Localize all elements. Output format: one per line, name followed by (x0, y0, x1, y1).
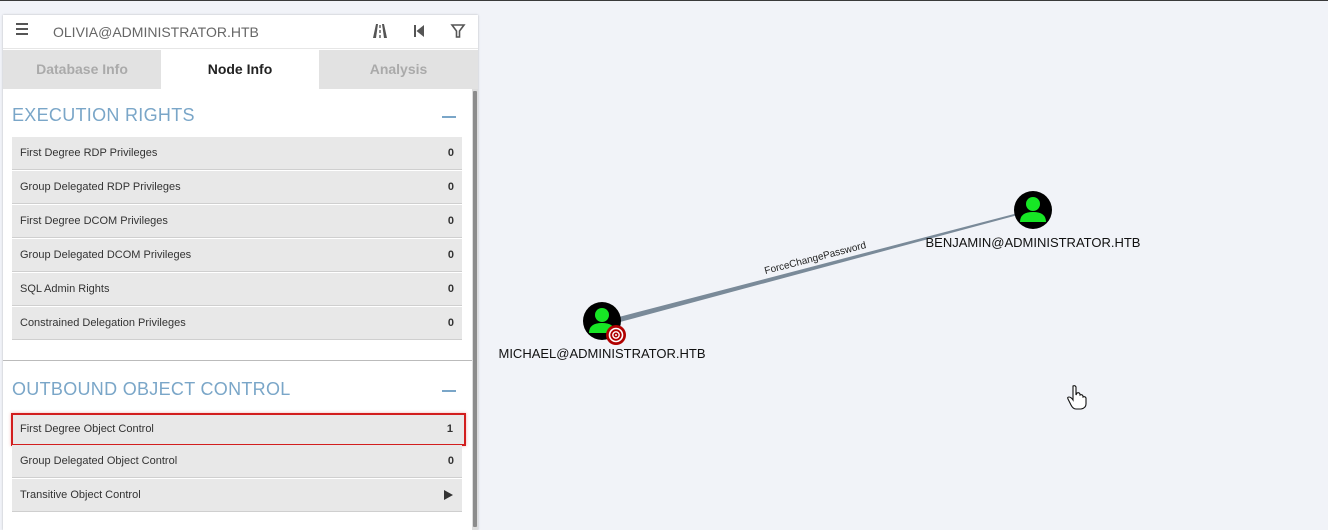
hand-cursor-icon (1067, 385, 1087, 410)
row-sql-admin-rights[interactable]: SQL Admin Rights 0 (12, 273, 462, 306)
row-label: First Degree RDP Privileges (20, 147, 158, 159)
road-icon[interactable] (371, 22, 389, 40)
scrollbar[interactable] (472, 89, 478, 530)
edge-forcechangepassword[interactable]: ForceChangePassword (615, 213, 1018, 322)
collapse-icon[interactable] (442, 116, 456, 118)
row-label: First Degree DCOM Privileges (20, 215, 168, 227)
panel-tabs: Database Info Node Info Analysis (3, 50, 478, 89)
row-label: Group Delegated RDP Privileges (20, 181, 181, 193)
node-michael[interactable]: MICHAEL@ADMINISTRATOR.HTB (498, 302, 706, 361)
row-group-delegated-object-control[interactable]: Group Delegated Object Control 0 (12, 445, 462, 478)
section-title-execution-rights: EXECUTION RIGHTS (12, 105, 195, 125)
row-value: 0 (447, 181, 454, 193)
row-group-delegated-dcom[interactable]: Group Delegated DCOM Privileges 0 (12, 239, 462, 272)
tab-node-info[interactable]: Node Info (161, 50, 319, 89)
hamburger-icon[interactable] (16, 23, 28, 37)
collapse-icon[interactable] (442, 390, 456, 392)
row-label: Group Delegated Object Control (20, 455, 178, 467)
node-label: BENJAMIN@ADMINISTRATOR.HTB (926, 235, 1141, 250)
row-value: 1 (446, 423, 453, 435)
row-value: 0 (447, 317, 454, 329)
skip-back-icon[interactable] (410, 22, 428, 40)
node-label: MICHAEL@ADMINISTRATOR.HTB (498, 346, 705, 361)
row-value: 0 (447, 283, 454, 295)
row-first-degree-rdp[interactable]: First Degree RDP Privileges 0 (12, 137, 462, 170)
node-info-content: EXECUTION RIGHTS First Degree RDP Privil… (3, 89, 472, 530)
row-transitive-object-control[interactable]: Transitive Object Control (12, 479, 462, 512)
tab-database-info[interactable]: Database Info (3, 50, 161, 89)
row-value: 0 (447, 215, 454, 227)
row-value: 0 (447, 147, 454, 159)
search-bar: OLIVIA@ADMINISTRATOR.HTB (3, 15, 478, 49)
node-benjamin[interactable]: BENJAMIN@ADMINISTRATOR.HTB (926, 191, 1141, 250)
row-label: First Degree Object Control (20, 423, 154, 435)
node-info-panel: OLIVIA@ADMINISTRATOR.HTB Database Info N (3, 15, 478, 530)
scroll-thumb[interactable] (473, 91, 477, 527)
target-icon (606, 325, 626, 345)
row-value: 0 (447, 455, 454, 467)
row-group-delegated-rdp[interactable]: Group Delegated RDP Privileges 0 (12, 171, 462, 204)
row-first-degree-dcom[interactable]: First Degree DCOM Privileges 0 (12, 205, 462, 238)
search-input[interactable]: OLIVIA@ADMINISTRATOR.HTB (53, 24, 259, 40)
row-constrained-delegation[interactable]: Constrained Delegation Privileges 0 (12, 307, 462, 340)
row-value: 0 (447, 249, 454, 261)
row-first-degree-object-control[interactable]: First Degree Object Control 1 (11, 413, 466, 446)
row-label: Group Delegated DCOM Privileges (20, 249, 192, 261)
section-title-outbound-object-control: OUTBOUND OBJECT CONTROL (12, 379, 291, 399)
filter-icon[interactable] (449, 22, 467, 40)
row-label: Transitive Object Control (20, 489, 141, 501)
section-divider (3, 360, 472, 361)
row-label: Constrained Delegation Privileges (20, 317, 186, 329)
row-label: SQL Admin Rights (20, 283, 110, 295)
tab-analysis[interactable]: Analysis (319, 50, 478, 89)
play-arrow-icon[interactable] (444, 490, 453, 500)
